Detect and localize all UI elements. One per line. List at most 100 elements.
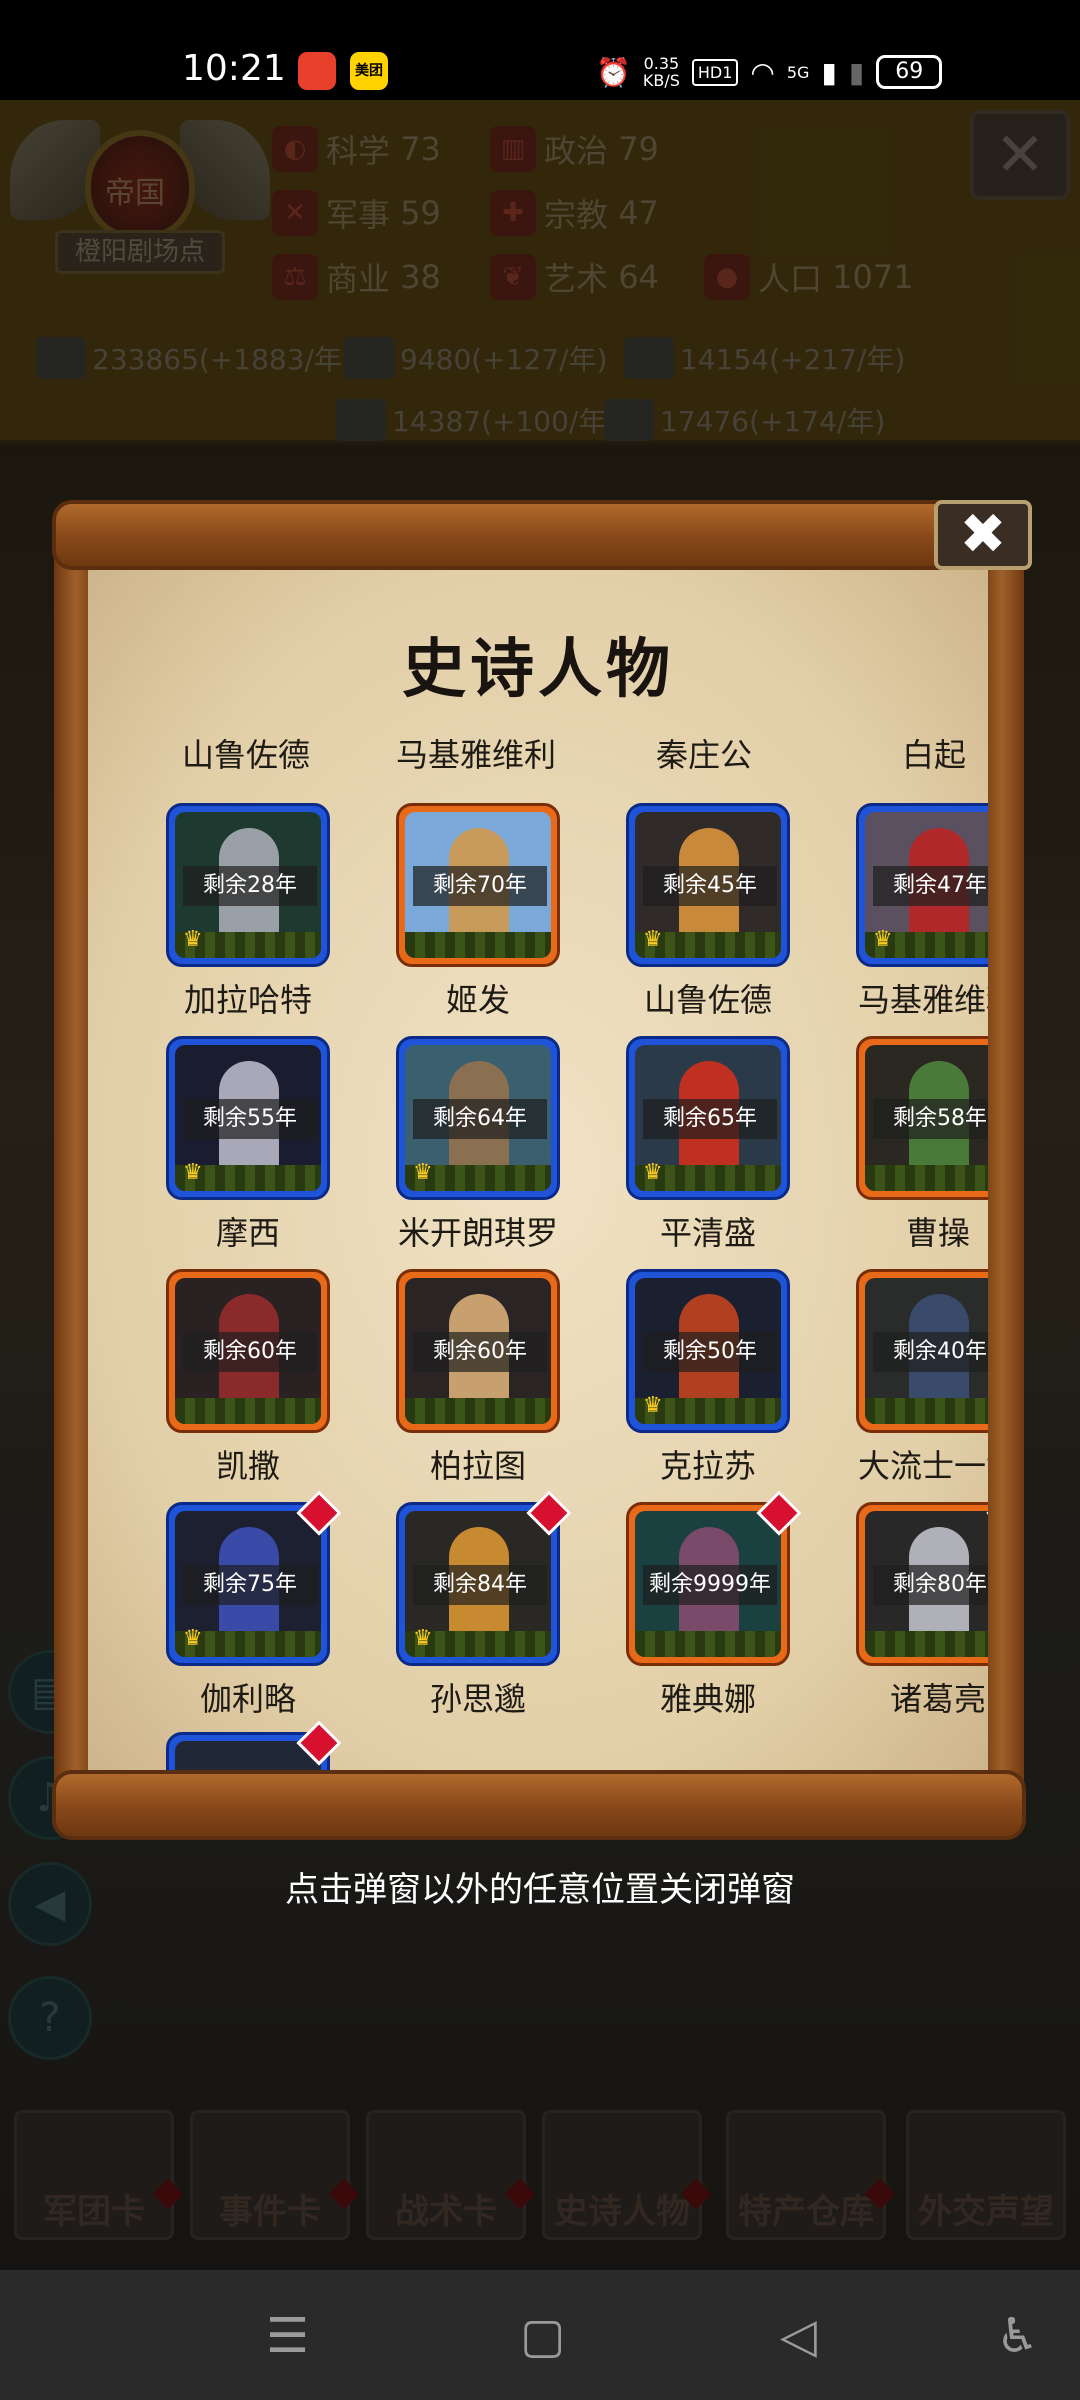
figure-name: 马基雅维利 bbox=[857, 981, 988, 1019]
close-hint: 点击弹窗以外的任意位置关闭弹窗 bbox=[285, 1870, 795, 1910]
figure-name: 姬发 bbox=[445, 981, 510, 1019]
figure-portrait: 剩余45年 ♛ bbox=[635, 812, 781, 958]
remaining-years: 剩余45年 bbox=[643, 866, 777, 906]
remaining-years: 剩余70年 bbox=[413, 866, 547, 906]
figure-name: 大流士一世 bbox=[857, 1447, 988, 1485]
status-indicators: ⏰ 0.35 KB/S HD1 ◠ 5G ▮ ▮ 69 bbox=[596, 50, 943, 94]
figure-portrait: 剩余47年 ♛ bbox=[865, 812, 988, 958]
signal-icon: ▮ bbox=[821, 55, 837, 89]
portrait-grass bbox=[175, 1398, 321, 1424]
header-name: 白起 bbox=[901, 736, 966, 774]
portrait-grass bbox=[405, 1398, 551, 1424]
status-time: 10:21 bbox=[182, 48, 286, 89]
crown-icon: ♛ bbox=[643, 1393, 663, 1418]
figure-card[interactable]: 剩余75年 ♛ bbox=[166, 1490, 342, 1666]
figure-name: 孙思邈 bbox=[429, 1680, 526, 1718]
weibo-icon bbox=[298, 52, 336, 90]
battery-icon: 69 bbox=[876, 55, 943, 89]
accessibility-icon[interactable]: ♿ bbox=[996, 2308, 1039, 2364]
portrait-grass bbox=[865, 1398, 988, 1424]
figure-portrait: 剩余64年 ♛ bbox=[405, 1045, 551, 1191]
figure-name: 克拉苏 bbox=[659, 1447, 756, 1485]
figure-portrait: 剩余84年 ♛ bbox=[405, 1511, 551, 1657]
crown-icon: ♛ bbox=[413, 1626, 433, 1651]
figure-name: 诸葛亮 bbox=[889, 1680, 986, 1718]
remaining-years: 剩余60年 bbox=[183, 1332, 317, 1372]
remaining-years: 剩余9999年 bbox=[643, 1565, 777, 1605]
figure-card[interactable]: 剩余45年 ♛ bbox=[626, 803, 790, 967]
figure-card[interactable]: 剩余28年 ♛ bbox=[166, 803, 330, 967]
figure-name: 山鲁佐德 bbox=[643, 981, 772, 1019]
figure-portrait: 剩余70年 bbox=[405, 812, 551, 958]
figure-card[interactable]: 剩余65年 ♛ bbox=[626, 1036, 790, 1200]
crown-icon: ♛ bbox=[643, 1160, 663, 1185]
remaining-years: 剩余60年 bbox=[413, 1332, 547, 1372]
figure-card[interactable]: 剩余70年 bbox=[396, 803, 560, 967]
figure-name: 曹操 bbox=[905, 1214, 970, 1252]
remaining-years: 剩余64年 bbox=[413, 1099, 547, 1139]
status-bar: 10:21 美团 ⏰ 0.35 KB/S HD1 ◠ 5G ▮ ▮ 69 bbox=[0, 0, 1080, 100]
figure-card[interactable]: 剩余55年 ♛ bbox=[166, 1036, 330, 1200]
signal-icon-2: ▮ bbox=[848, 55, 865, 89]
epic-figures-dialog: 史诗人物 山鲁佐德 马基雅维利 秦庄公 白起 剩余28年 ♛ 加拉哈特 剩余70年 姬发… bbox=[52, 500, 1032, 1840]
navigation-bar: ☰ ▢ ◁ ♿ bbox=[0, 2270, 1080, 2400]
figure-name: 雅典娜 bbox=[659, 1680, 756, 1718]
hd-indicator: HD1 bbox=[691, 58, 739, 86]
figure-portrait: 剩余80年 bbox=[865, 1511, 988, 1657]
dialog-title: 史诗人物 bbox=[402, 632, 674, 707]
figure-name: 凯撒 bbox=[215, 1447, 280, 1485]
header-name: 秦庄公 bbox=[655, 736, 752, 774]
figure-card[interactable]: 剩余47年 ♛ bbox=[856, 803, 988, 967]
figure-name: 平清盛 bbox=[659, 1214, 756, 1252]
portrait-grass bbox=[405, 932, 551, 958]
remaining-years: 剩余28年 bbox=[183, 866, 317, 906]
figure-portrait: 剩余40年 bbox=[865, 1278, 988, 1424]
figure-portrait: 剩余28年 ♛ bbox=[175, 812, 321, 958]
figure-card[interactable]: 剩余50年 ♛ bbox=[626, 1269, 790, 1433]
meituan-icon: 美团 bbox=[350, 52, 388, 90]
figure-portrait: 剩余58年 bbox=[865, 1045, 988, 1191]
crown-icon: ♛ bbox=[873, 927, 893, 952]
figure-portrait: 剩余65年 ♛ bbox=[635, 1045, 781, 1191]
remaining-years: 剩余50年 bbox=[643, 1332, 777, 1372]
figure-portrait: 剩余60年 bbox=[405, 1278, 551, 1424]
figure-card[interactable]: 剩余58年 bbox=[856, 1036, 988, 1200]
figure-portrait: 剩余9999年 bbox=[635, 1511, 781, 1657]
figure-card[interactable]: 剩余9999年 bbox=[626, 1490, 802, 1666]
figure-name: 摩西 bbox=[215, 1214, 280, 1252]
crown-icon: ♛ bbox=[183, 1626, 203, 1651]
dialog-close-button[interactable]: ✖ bbox=[934, 500, 1032, 570]
figure-card[interactable]: 剩余60年 bbox=[166, 1269, 330, 1433]
header-name: 山鲁佐德 bbox=[181, 736, 310, 774]
remaining-years: 剩余47年 bbox=[873, 866, 988, 906]
network-speed: 0.35 KB/S bbox=[643, 55, 680, 89]
header-names-row: 山鲁佐德 马基雅维利 秦庄公 白起 bbox=[88, 730, 988, 780]
figure-portrait: 剩余55年 ♛ bbox=[175, 1045, 321, 1191]
figure-card[interactable]: 剩余84年 ♛ bbox=[396, 1490, 572, 1666]
back-icon[interactable]: ◁ bbox=[780, 2308, 817, 2364]
menu-icon[interactable]: ☰ bbox=[266, 2308, 309, 2364]
figure-card[interactable]: 剩余60年 bbox=[396, 1269, 560, 1433]
remaining-years: 剩余80年 bbox=[873, 1565, 988, 1605]
scroll-roll-bottom bbox=[52, 1770, 1026, 1840]
crown-icon: ♛ bbox=[183, 1160, 203, 1185]
figure-name: 米开朗琪罗 bbox=[397, 1214, 558, 1252]
remaining-years: 剩余65年 bbox=[643, 1099, 777, 1139]
wifi-icon: ◠ bbox=[750, 55, 775, 89]
figure-card[interactable]: 剩余64年 ♛ bbox=[396, 1036, 560, 1200]
crown-icon: ♛ bbox=[183, 927, 203, 952]
figure-card[interactable]: 剩余80年 bbox=[856, 1490, 988, 1666]
speed-unit: KB/S bbox=[642, 71, 680, 90]
close-icon: ✖ bbox=[959, 502, 1007, 567]
alarm-icon: ⏰ bbox=[596, 55, 631, 89]
figure-name: 伽利略 bbox=[199, 1680, 296, 1718]
remaining-years: 剩余58年 bbox=[873, 1099, 988, 1139]
home-icon[interactable]: ▢ bbox=[520, 2308, 565, 2364]
portrait-grass bbox=[635, 1631, 781, 1657]
crown-icon: ♛ bbox=[413, 1160, 433, 1185]
portrait-grass bbox=[865, 1165, 988, 1191]
remaining-years: 剩余75年 bbox=[183, 1565, 317, 1605]
parchment: 史诗人物 山鲁佐德 马基雅维利 秦庄公 白起 剩余28年 ♛ 加拉哈特 剩余70年 姬发… bbox=[88, 560, 988, 1780]
header-name: 马基雅维利 bbox=[395, 736, 556, 774]
figure-card[interactable]: 剩余40年 bbox=[856, 1269, 988, 1433]
